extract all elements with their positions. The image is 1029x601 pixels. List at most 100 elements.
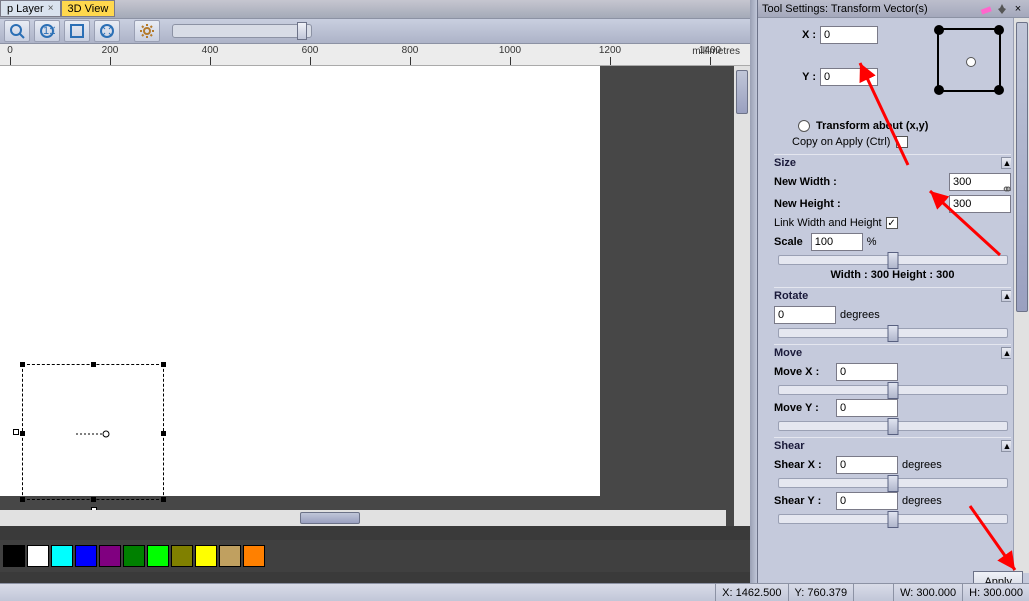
color-swatch[interactable]: [171, 545, 193, 567]
collapse-up-icon[interactable]: ▲: [1001, 290, 1011, 302]
color-swatch[interactable]: [147, 545, 169, 567]
ruler-tick-label: 200: [102, 45, 119, 56]
panel-header: Tool Settings: Transform Vector(s) ×: [758, 0, 1029, 18]
scale-input[interactable]: [811, 233, 863, 251]
move-x-input[interactable]: [836, 363, 898, 381]
ruler-tick-label: 0: [7, 45, 13, 56]
handle-ne[interactable]: [161, 362, 166, 367]
edge-handle-w[interactable]: [13, 429, 19, 435]
collapse-up-icon[interactable]: ▲: [1001, 157, 1011, 169]
shear-y-input[interactable]: [836, 492, 898, 510]
handle-e[interactable]: [161, 431, 166, 436]
section-rotate: ▲ Rotate degrees: [774, 287, 1011, 338]
tab-3d-view[interactable]: 3D View: [61, 0, 116, 17]
scale-slider[interactable]: [778, 255, 1008, 265]
tool-settings-panel: Tool Settings: Transform Vector(s) × X :…: [757, 0, 1029, 601]
color-swatch[interactable]: [219, 545, 241, 567]
collapse-up-icon[interactable]: ▲: [1001, 347, 1011, 359]
scroll-thumb[interactable]: [1016, 22, 1028, 312]
anchor-se[interactable]: [994, 85, 1004, 95]
handle-nw[interactable]: [20, 362, 25, 367]
selection-rectangle[interactable]: [22, 364, 164, 500]
color-swatch[interactable]: [51, 545, 73, 567]
ruler-tick-label: 1200: [599, 45, 621, 56]
section-size: ▲ Size New Width : New Height : ⚭ Link W…: [774, 154, 1011, 281]
copy-on-apply-checkbox[interactable]: [896, 136, 908, 148]
slider-thumb[interactable]: [888, 475, 899, 492]
origin-anchor-widget[interactable]: [937, 28, 1001, 92]
selection-center-icon[interactable]: [76, 429, 112, 437]
panel-vertical-scrollbar[interactable]: [1013, 18, 1029, 573]
ruler-tick: [210, 57, 211, 65]
zoom-in-button[interactable]: [4, 20, 30, 42]
x-input[interactable]: [820, 26, 878, 44]
close-icon[interactable]: ×: [1011, 2, 1025, 16]
color-swatch[interactable]: [3, 545, 25, 567]
color-swatch[interactable]: [195, 545, 217, 567]
move-title: Move: [774, 347, 1011, 359]
y-label: Y :: [774, 71, 820, 83]
zoom-1-1-button[interactable]: 1:1: [34, 20, 60, 42]
zoom-extents-button[interactable]: [94, 20, 120, 42]
anchor-nw[interactable]: [934, 25, 944, 35]
transform-about-row[interactable]: Transform about (x,y): [798, 120, 1011, 132]
anchor-ne[interactable]: [994, 25, 1004, 35]
panel-splitter[interactable]: [750, 0, 757, 601]
vertical-scrollbar[interactable]: [734, 66, 750, 526]
zoom-fit-button[interactable]: [64, 20, 90, 42]
move-y-input[interactable]: [836, 399, 898, 417]
move-y-slider[interactable]: [778, 421, 1008, 431]
tab-layer[interactable]: p Layer ×: [0, 0, 61, 17]
new-width-label: New Width :: [774, 176, 862, 188]
slider-thumb[interactable]: [888, 252, 899, 269]
slider-thumb[interactable]: [888, 382, 899, 399]
color-swatch[interactable]: [27, 545, 49, 567]
color-swatch[interactable]: [99, 545, 121, 567]
ruler-tick: [310, 57, 311, 65]
svg-text:1:1: 1:1: [43, 25, 55, 37]
handle-s[interactable]: [91, 497, 96, 502]
eraser-icon[interactable]: [979, 2, 993, 16]
horizontal-scrollbar[interactable]: [0, 510, 726, 526]
color-swatch[interactable]: [75, 545, 97, 567]
slider-thumb[interactable]: [297, 22, 307, 40]
status-x: X: 1462.500: [715, 584, 787, 601]
zoom-slider[interactable]: [172, 24, 312, 38]
radio-icon[interactable]: [798, 120, 810, 132]
pin-icon[interactable]: [995, 2, 1009, 16]
ruler-tick-label: 800: [402, 45, 419, 56]
rotate-input[interactable]: [774, 306, 836, 324]
panel-body: X : Y : Transform about (x,y) Copy on Ap…: [774, 18, 1011, 573]
shear-x-input[interactable]: [836, 456, 898, 474]
anchor-sw[interactable]: [934, 85, 944, 95]
y-input[interactable]: [820, 68, 878, 86]
handle-n[interactable]: [91, 362, 96, 367]
color-swatch[interactable]: [123, 545, 145, 567]
slider-thumb[interactable]: [888, 511, 899, 528]
transform-about-label: Transform about (x,y): [816, 120, 928, 132]
section-move: ▲ Move Move X : Move Y :: [774, 344, 1011, 431]
rotate-slider[interactable]: [778, 328, 1008, 338]
status-h: H: 300.000: [962, 584, 1029, 601]
slider-thumb[interactable]: [888, 418, 899, 435]
canvas-viewport[interactable]: [0, 66, 750, 526]
size-title: Size: [774, 157, 1011, 169]
new-height-label: New Height :: [774, 198, 862, 210]
scroll-thumb[interactable]: [736, 70, 748, 114]
ruler-tick: [610, 57, 611, 65]
link-wh-checkbox[interactable]: [886, 217, 898, 229]
anchor-center[interactable]: [966, 57, 976, 67]
slider-thumb[interactable]: [888, 325, 899, 342]
scroll-thumb[interactable]: [300, 512, 360, 524]
collapse-up-icon[interactable]: ▲: [1001, 440, 1011, 452]
move-x-slider[interactable]: [778, 385, 1008, 395]
handle-se[interactable]: [161, 497, 166, 502]
shear-x-slider[interactable]: [778, 478, 1008, 488]
close-icon[interactable]: ×: [48, 3, 54, 14]
settings-gear-button[interactable]: [134, 20, 160, 42]
link-icon[interactable]: ⚭: [1001, 181, 1011, 198]
color-swatch[interactable]: [243, 545, 265, 567]
shear-y-slider[interactable]: [778, 514, 1008, 524]
handle-w[interactable]: [20, 431, 25, 436]
handle-sw[interactable]: [20, 497, 25, 502]
